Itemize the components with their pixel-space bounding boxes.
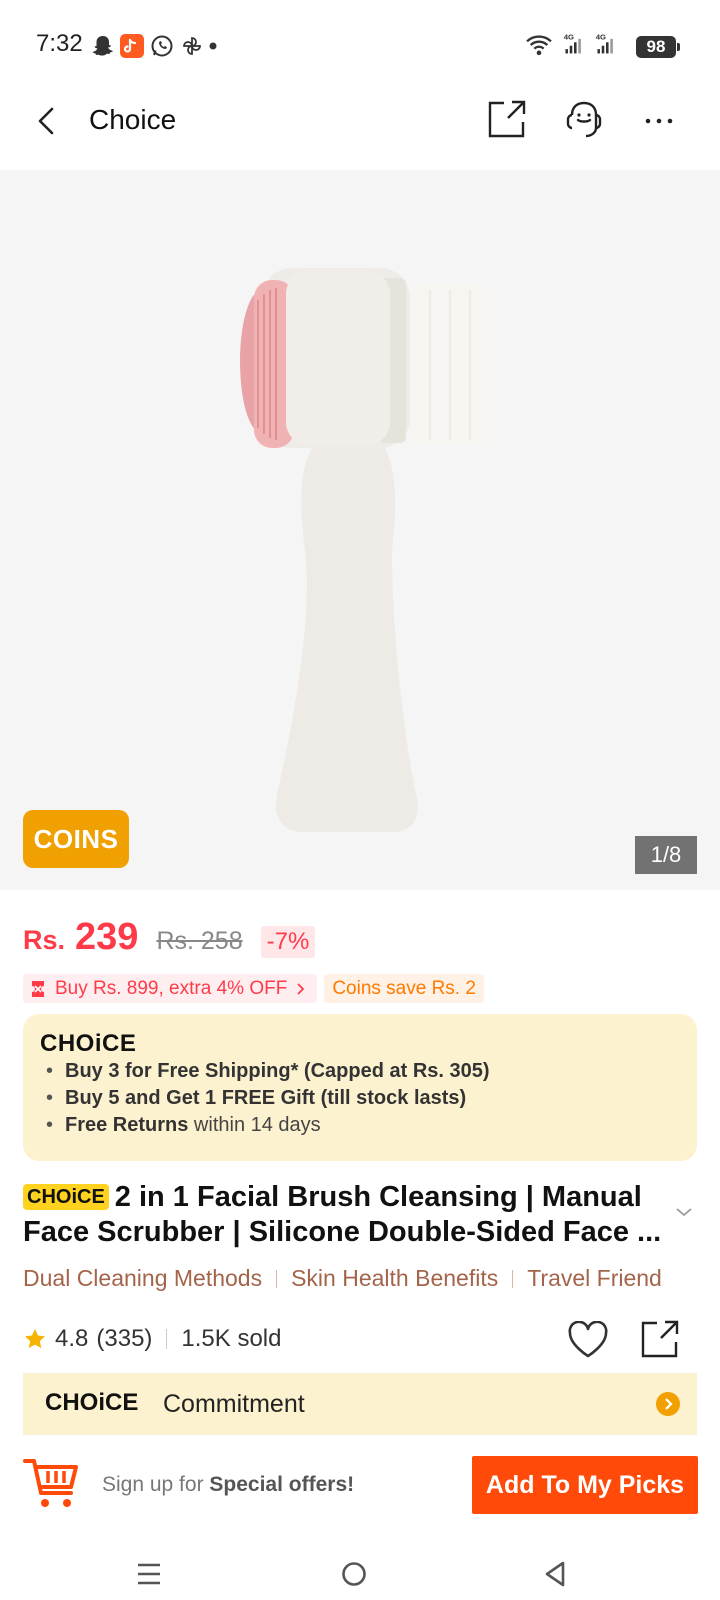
chevron-right-icon	[297, 982, 305, 995]
back-arrow-icon[interactable]	[34, 106, 60, 136]
signal-4g-icon: 4G	[564, 33, 581, 54]
benefit-gift: Buy 5 and Get 1 FREE Gift (till stock la…	[46, 1087, 466, 1110]
feature-tag[interactable]: Dual Cleaning Methods	[23, 1265, 262, 1291]
facial-brush-image	[240, 268, 500, 832]
divider	[512, 1270, 514, 1288]
bundle-deal-tag[interactable]: Buy Rs. 899, extra 4% OFF	[23, 974, 318, 1003]
back-nav-icon[interactable]	[542, 1560, 568, 1588]
coupon-icon	[32, 980, 44, 997]
star-icon	[25, 1329, 45, 1349]
bottom-action-bar: Sign up for Special offers! Add To My Pi…	[0, 1440, 720, 1540]
page-title: Choice	[89, 104, 177, 135]
benefit-returns: Free Returns within 14 days	[46, 1114, 321, 1137]
original-price: Rs. 258	[156, 927, 243, 955]
more-notifications-dot-icon	[209, 42, 217, 50]
snapchat-icon	[92, 36, 113, 56]
share-external-icon[interactable]	[486, 98, 528, 140]
promo-row: Buy Rs. 899, extra 4% OFF Coins save Rs.…	[23, 974, 484, 1004]
expand-title-chevron-icon[interactable]	[674, 1205, 694, 1219]
divider	[166, 1329, 168, 1349]
benefit-shipping: Buy 3 for Free Shipping* (Capped at Rs. …	[46, 1060, 490, 1083]
feature-tag[interactable]: Travel Friend	[527, 1265, 662, 1291]
feature-tags: Dual Cleaning Methods Skin Health Benefit…	[23, 1265, 703, 1297]
price-currency: Rs.	[23, 925, 66, 955]
recent-apps-icon[interactable]	[136, 1562, 162, 1586]
choice-logo: CHOiCE	[40, 1030, 137, 1057]
product-title-text: 2 in 1 Facial Brush Cleansing | Manual F…	[23, 1181, 662, 1248]
current-price: 239	[75, 916, 139, 958]
price-row: Rs. 239 Rs. 258 -7%	[23, 916, 316, 966]
product-title: CHOiCE 2 in 1 Facial Brush Cleansing | Ma…	[23, 1180, 663, 1250]
coins-badge: COINS	[23, 810, 129, 868]
feature-tag[interactable]: Skin Health Benefits	[291, 1265, 498, 1291]
sold-count: 1.5K sold	[181, 1325, 282, 1352]
customer-service-icon[interactable]	[560, 98, 608, 142]
choice-commitment-bar[interactable]: CHOiCE Commitment	[23, 1373, 697, 1435]
system-navigation-bar	[0, 1540, 720, 1600]
status-time: 7:32	[36, 30, 83, 57]
status-bar: 7:32 4G 4G 98	[0, 0, 720, 90]
bundle-deal-text: Buy Rs. 899, extra 4% OFF	[55, 978, 288, 999]
top-app-bar: Choice	[0, 90, 720, 170]
wishlist-heart-icon[interactable]	[567, 1321, 609, 1359]
pinwheel-icon	[183, 37, 201, 55]
rating-row[interactable]: 4.8 (335) 1.5K sold	[23, 1322, 281, 1356]
choice-benefits-box: CHOiCE Buy 3 for Free Shipping* (Capped …	[23, 1014, 697, 1161]
svg-text:4G: 4G	[564, 33, 574, 42]
battery-indicator: 98	[636, 36, 680, 58]
chevron-right-circle-icon	[656, 1392, 680, 1416]
image-counter: 1/8	[635, 836, 697, 874]
more-options-icon[interactable]	[644, 116, 674, 126]
wifi-icon	[526, 35, 552, 56]
app-notification-icon	[120, 34, 144, 58]
choice-logo: CHOiCE	[45, 1389, 139, 1416]
add-to-my-picks-button[interactable]: Add To My Picks	[472, 1456, 698, 1514]
divider	[276, 1270, 278, 1288]
svg-text:4G: 4G	[596, 33, 606, 42]
coins-save-tag: Coins save Rs. 2	[324, 974, 484, 1003]
signup-offer-link[interactable]: Sign up for Special offers!	[102, 1473, 354, 1497]
cart-icon[interactable]	[22, 1456, 80, 1512]
review-count: (335)	[96, 1325, 153, 1352]
whatsapp-icon	[151, 35, 173, 57]
choice-title-badge: CHOiCE	[23, 1184, 109, 1210]
product-image-gallery[interactable]	[0, 170, 720, 890]
rating-score: 4.8	[55, 1325, 89, 1352]
signal-4g-sim2-icon: 4G	[596, 33, 613, 54]
commitment-label: Commitment	[163, 1390, 305, 1418]
share-icon[interactable]	[639, 1318, 681, 1360]
home-icon[interactable]	[340, 1560, 368, 1588]
discount-badge: -7%	[260, 926, 316, 958]
